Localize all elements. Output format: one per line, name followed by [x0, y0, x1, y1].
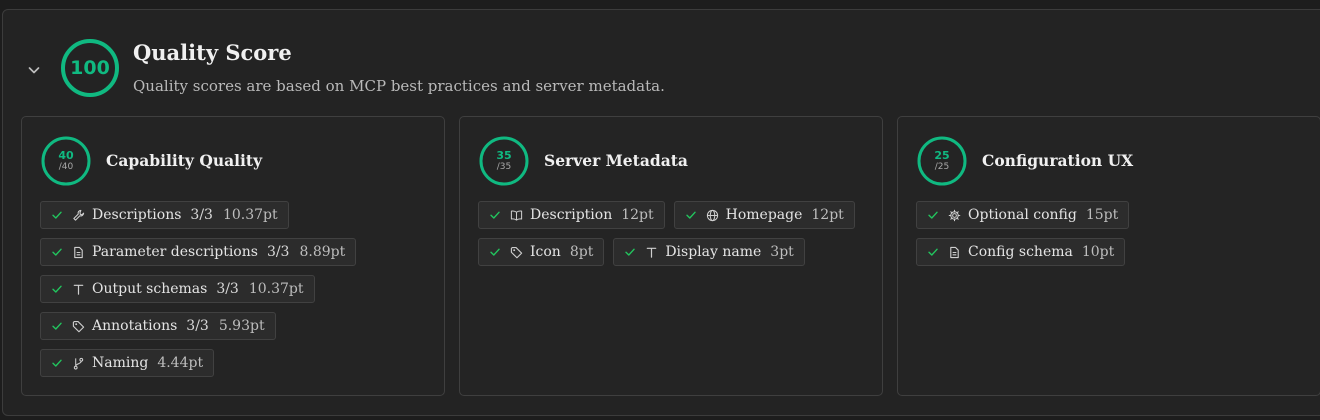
criterion-points: 12pt [621, 207, 654, 223]
criterion-points: 3pt [770, 244, 794, 260]
criterion-points: 8pt [569, 244, 594, 260]
criterion-chip-annotations: Annotations 3/3 5.93pt [40, 312, 276, 340]
check-icon [685, 209, 697, 221]
criterion-points: 8.89pt [299, 244, 346, 260]
criterion-label: Description [530, 207, 613, 223]
overall-score-value: 100 [70, 57, 110, 79]
criterion-chip-config-schema: Config schema 10pt [916, 238, 1126, 266]
category-title: Configuration UX [982, 151, 1134, 170]
document-icon [948, 246, 961, 259]
git-branch-icon [72, 357, 85, 370]
check-icon [51, 320, 63, 332]
category-card-server-metadata: 35 /35 Server Metadata Description 12pt Ho… [459, 116, 883, 396]
criterion-label: Descriptions [92, 207, 182, 223]
category-score-value: 25 [934, 149, 950, 162]
criterion-label: Display name [665, 244, 762, 260]
category-score-value: 35 [496, 149, 512, 162]
criterion-label: Annotations [92, 318, 178, 334]
criterion-label: Output schemas [92, 281, 208, 297]
criterion-label: Naming [92, 355, 149, 371]
criterion-label: Optional config [968, 207, 1077, 223]
category-title: Server Metadata [544, 151, 688, 170]
category-title: Capability Quality [106, 151, 263, 170]
criterion-label: Homepage [725, 207, 803, 223]
category-score-max: /25 [934, 162, 950, 172]
overall-score-ring: 100 [60, 38, 120, 98]
criterion-count: 3/3 [266, 244, 290, 260]
tag-icon [510, 246, 523, 259]
gear-icon [948, 209, 961, 222]
check-icon [489, 246, 501, 258]
criterion-count: 3/3 [216, 281, 239, 297]
check-icon [51, 283, 63, 295]
criterion-chip-display-name: Display name 3pt [613, 238, 805, 266]
criterion-chip-descriptions: Descriptions 3/3 10.37pt [40, 201, 289, 229]
criterion-points: 10pt [1081, 244, 1115, 260]
criterion-chip-output-schemas: Output schemas 3/3 10.37pt [40, 275, 315, 303]
criterion-points: 12pt [811, 207, 844, 223]
criterion-points: 10.37pt [248, 281, 304, 297]
page-subtitle: Quality scores are based on MCP best pra… [133, 77, 665, 95]
wrench-icon [72, 209, 85, 222]
text-icon [72, 283, 85, 296]
category-score-ring: 35 /35 [478, 135, 530, 187]
category-card-configuration-ux: 25 /25 Configuration UX Optional config 1… [897, 116, 1320, 396]
criterion-label: Icon [530, 244, 561, 260]
category-score-ring: 40 /40 [40, 135, 92, 187]
category-card-capability-quality: 40 /40 Capability Quality Descriptions 3/… [21, 116, 445, 396]
criteria-list: Optional config 15pt Config schema 10pt [916, 201, 1306, 275]
check-icon [927, 209, 939, 221]
criterion-chip-homepage: Homepage 12pt [673, 201, 855, 229]
category-score-max: /40 [58, 162, 74, 172]
category-score-max: /35 [496, 162, 512, 172]
text-icon [645, 246, 658, 259]
document-icon [72, 246, 85, 259]
check-icon [624, 246, 636, 258]
criteria-list: Description 12pt Homepage 12pt Icon 8pt Displa… [478, 201, 868, 275]
criterion-chip-description: Description 12pt [478, 201, 665, 229]
criterion-label: Config schema [968, 244, 1073, 260]
check-icon [489, 209, 501, 221]
criterion-chip-icon: Icon 8pt [478, 238, 605, 266]
book-icon [510, 209, 523, 222]
criterion-points: 15pt [1085, 207, 1119, 223]
category-score-ring: 25 /25 [916, 135, 968, 187]
collapse-button[interactable] [21, 57, 47, 83]
globe-icon [706, 209, 719, 222]
criterion-chip-parameter-descriptions: Parameter descriptions 3/3 8.89pt [40, 238, 357, 266]
criterion-points: 4.44pt [157, 355, 204, 371]
chevron-down-icon [27, 63, 41, 77]
check-icon [51, 357, 63, 369]
criterion-points: 5.93pt [218, 318, 265, 334]
criterion-chip-optional-config: Optional config 15pt [916, 201, 1130, 229]
check-icon [51, 209, 63, 221]
criterion-points: 10.37pt [222, 207, 278, 223]
category-score-value: 40 [58, 149, 74, 162]
tag-icon [72, 320, 85, 333]
criterion-label: Parameter descriptions [92, 244, 258, 260]
check-icon [51, 246, 63, 258]
criterion-count: 3/3 [190, 207, 213, 223]
page-title: Quality Score [133, 40, 292, 65]
criterion-chip-naming: Naming 4.44pt [40, 349, 215, 377]
criteria-list: Descriptions 3/3 10.37pt Parameter descript… [40, 201, 430, 386]
criterion-count: 3/3 [186, 318, 209, 334]
check-icon [927, 246, 939, 258]
